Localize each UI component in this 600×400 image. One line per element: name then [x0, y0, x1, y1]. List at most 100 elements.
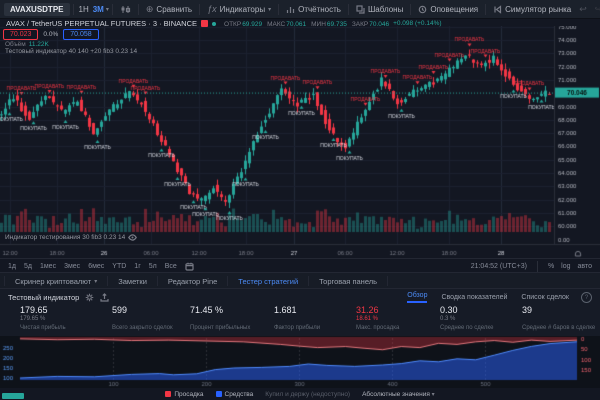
equity-label: Средства — [225, 391, 254, 398]
divider — [138, 4, 139, 15]
eye-icon[interactable] — [128, 234, 137, 241]
panel-tab[interactable]: Тестер стратегий — [228, 276, 309, 286]
auto-scale-button[interactable]: авто — [578, 263, 592, 270]
status-badge[interactable] — [2, 393, 24, 399]
panel-tab[interactable]: Торговая панель — [309, 276, 388, 286]
volume-legend[interactable]: Объём11.22K — [5, 41, 49, 48]
stat-subvalue — [112, 316, 190, 323]
percent-scale-button[interactable]: % — [548, 263, 554, 270]
main-price-chart[interactable] — [0, 26, 600, 258]
tester-tabs: Обзор Сводка показателей Список сделок — [407, 292, 569, 303]
stat-label: Чистая прибыль — [20, 324, 112, 332]
market-status-dot — [212, 22, 216, 26]
range-button[interactable]: 5л — [149, 263, 157, 270]
export-icon[interactable] — [100, 293, 109, 302]
equity-curve-chart[interactable] — [0, 336, 600, 388]
tester-tab[interactable]: Список сделок — [521, 294, 569, 301]
volume-value: 11.22K — [29, 41, 49, 48]
help-icon[interactable]: ? — [581, 292, 592, 303]
ohlc-item: ОТКР69.929 — [224, 19, 262, 28]
time-range-bar: 1д 5д 1мес 3мес 6мес YTD 1г 5л Все 21:04:52 (UTC… — [0, 258, 600, 273]
bottom-panel-tabs: Скринер криптовалют▾ЗаметкиРедактор Pine… — [0, 272, 600, 289]
reports-button[interactable]: Отчётность — [282, 5, 345, 14]
panel-tab[interactable]: Скринер криптовалют▾ — [4, 276, 108, 286]
compare-label: Сравнить — [156, 5, 192, 14]
range-button[interactable]: Все — [165, 263, 177, 270]
legend-drawdown[interactable]: Просадка — [165, 391, 203, 398]
divider — [410, 4, 411, 15]
chevron-down-icon: ▾ — [432, 392, 435, 398]
fx-icon: ƒx — [207, 4, 217, 14]
range-button[interactable]: 1д — [8, 263, 16, 270]
interval-3m-button[interactable]: 3M — [91, 5, 106, 14]
log-scale-button[interactable]: log — [561, 263, 570, 270]
compare-button[interactable]: ⊕Сравнить — [142, 4, 196, 15]
interval-1h-button[interactable]: 1H — [77, 5, 91, 14]
spread-value: 0.0% — [41, 31, 60, 38]
ohlc-value: 70.046 — [369, 21, 389, 28]
drawdown-swatch-icon — [165, 391, 171, 397]
symbol-title[interactable]: AVAX / TetherUS PERPETUAL FUTURES · 3 · … — [6, 19, 197, 28]
stat-column: 39 Среднее # баров в сделке — [522, 305, 600, 336]
stat-value: 599 — [112, 305, 190, 316]
bar-chart-icon — [286, 5, 295, 14]
redo-icon[interactable]: ↪ — [591, 4, 600, 15]
stat-column: 179.65179.65 %Чистая прибыль — [20, 305, 112, 336]
panel-tab[interactable]: Редактор Pine — [158, 276, 228, 286]
replay-label: Симулятор рынка — [505, 5, 571, 14]
stat-label: Фактор прибыли — [274, 324, 356, 332]
buy-price-button[interactable]: 70.058 — [63, 29, 98, 40]
strategy-title[interactable]: Тестовый индикатор — [8, 293, 79, 302]
stat-column: 31.2618.61 %Макс. просадка — [356, 305, 440, 336]
volume-label: Объём — [5, 41, 26, 48]
tester-tab[interactable]: Обзор — [407, 292, 427, 303]
range-buttons: 1д 5д 1мес 3мес 6мес YTD 1г 5л Все — [8, 263, 177, 270]
tester-tab[interactable]: Сводка показателей — [441, 294, 507, 301]
alerts-button[interactable]: Оповещения — [414, 5, 482, 14]
undo-icon[interactable]: ↩ — [575, 4, 591, 15]
ohlc-key: МИН — [311, 21, 326, 28]
templates-icon — [356, 5, 365, 14]
clock-label[interactable]: 21:04:52 (UTC+3) — [471, 263, 527, 270]
range-button[interactable]: 5д — [24, 263, 32, 270]
divider — [278, 4, 279, 15]
indicator-legend-bottom[interactable]: Индикатор тестирования 30 fib3 0.23 14 — [5, 234, 137, 241]
equity-legend: Просадка Средства Купил и держу (недосту… — [0, 388, 600, 400]
alerts-label: Оповещения — [430, 5, 478, 14]
values-mode-select[interactable]: Абсолютные значения ▾ — [362, 391, 435, 398]
indicator-legend-top[interactable]: Тестовый индикатор 40 140 +20 fib3 0.23 … — [5, 48, 137, 55]
ohlc-item: МИН69.735 — [311, 19, 347, 28]
sell-price-button[interactable]: 70.023 — [3, 29, 38, 40]
chevron-down-icon: ▾ — [94, 278, 97, 285]
legend-equity[interactable]: Средства — [216, 391, 254, 398]
ohlc-key: ЗАКР — [352, 21, 368, 28]
templates-button[interactable]: Шаблоны — [352, 5, 407, 14]
stat-value: 179.65 — [20, 305, 112, 316]
plus-circle-icon: ⊕ — [146, 4, 154, 15]
order-panel: 70.023 0.0% 70.058 — [3, 29, 99, 40]
symbol-button[interactable]: AVAXUSDTPE — [4, 3, 70, 16]
ohlc-item: МАКС70.061 — [267, 19, 306, 28]
stat-value: 0.30 — [440, 305, 522, 316]
candlestick-style-icon[interactable] — [116, 4, 135, 15]
values-mode-label: Абсолютные значения — [362, 391, 430, 398]
calendar-icon[interactable] — [185, 262, 194, 271]
range-button[interactable]: 3мес — [64, 263, 80, 270]
stat-value: 39 — [522, 305, 600, 316]
range-button[interactable]: 6мес — [88, 263, 104, 270]
stat-label: Макс. просадка — [356, 324, 440, 332]
range-button[interactable]: 1мес — [40, 263, 56, 270]
gear-icon[interactable] — [85, 293, 94, 302]
range-button[interactable]: YTD — [112, 263, 126, 270]
divider — [199, 4, 200, 15]
chevron-down-icon[interactable]: ▾ — [106, 6, 109, 13]
replay-button[interactable]: Симулятор рынка — [489, 5, 575, 14]
panel-tab[interactable]: Заметки — [108, 276, 158, 286]
tradingview-window: AVAXUSDTPE 1H 3M ▾ ⊕Сравнить ƒxИндикатор… — [0, 0, 600, 400]
stat-label: Всего закрыто сделок — [112, 324, 190, 332]
ohlc-item: ЗАКР70.046 — [352, 19, 389, 28]
drawdown-label: Просадка — [174, 391, 203, 398]
range-button[interactable]: 1г — [134, 263, 140, 270]
divider — [112, 4, 113, 15]
indicators-button[interactable]: ƒxИндикаторы▾ — [203, 4, 275, 14]
